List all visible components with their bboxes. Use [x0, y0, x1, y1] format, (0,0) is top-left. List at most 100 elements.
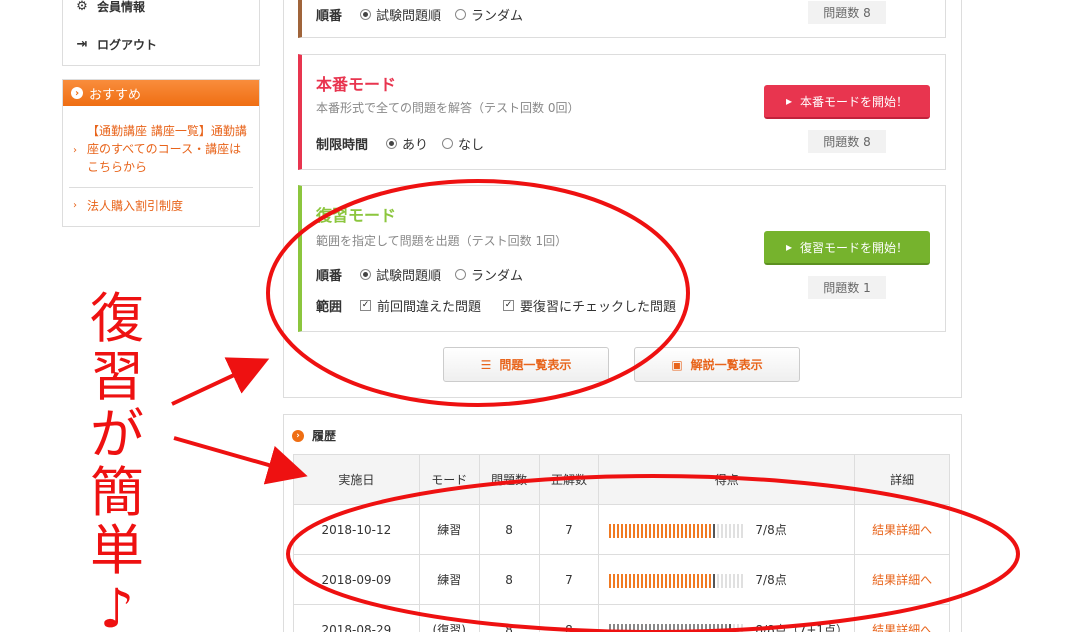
review-mode-title: 復習モード — [316, 206, 397, 225]
result-detail-link[interactable]: 結果詳細へ — [872, 573, 932, 587]
start-real-mode-button[interactable]: ▸ 本番モードを開始！ — [764, 85, 930, 119]
chevron-right-icon: › — [71, 87, 83, 99]
limit-yes-radio[interactable]: あり — [386, 134, 428, 153]
score-bar-segment — [677, 523, 680, 538]
score-bar-segment — [741, 573, 744, 588]
review-question-count: 問題数 1 — [808, 276, 886, 299]
history-date-cell: 2018-08-29 — [293, 604, 420, 632]
score-bar-segment — [701, 573, 704, 588]
practice-order-exam-radio[interactable]: 試験問題順 — [360, 5, 441, 24]
sidebar-item-member-info[interactable]: ⚙ 会員情報 — [75, 0, 145, 15]
column-header-correct: 正解数 — [538, 454, 600, 505]
history-correct-cell: 7 — [538, 554, 600, 605]
practice-question-count: 問題数 8 — [808, 1, 886, 24]
sidebar-menu: ⚙ 会員情報 ⇥ ログアウト — [62, 0, 260, 66]
score-bar-segment — [661, 523, 664, 538]
score-bar-segment — [633, 573, 636, 588]
score-bar-segment — [721, 623, 724, 632]
score-bar-segment — [737, 573, 740, 588]
score-bar-segment — [737, 523, 740, 538]
score-bar-segment — [681, 623, 684, 632]
score-bar-segment — [737, 623, 740, 632]
real-limit-row: 制限時間 あり なし — [316, 134, 498, 153]
score-bar-segment — [665, 523, 668, 538]
score-bar-segment — [617, 523, 620, 538]
score-bar-segment — [733, 573, 736, 588]
history-correct-cell: 7 — [538, 504, 600, 555]
play-icon: ▸ — [785, 240, 792, 254]
score-bar-segment — [649, 523, 652, 538]
recommend-link-corporate[interactable]: › 法人購入割引制度 — [73, 197, 253, 215]
score-text: 8/8点（7+1点） — [755, 623, 849, 632]
chevron-right-icon: › — [292, 429, 304, 442]
review-order-exam-radio[interactable]: 試験問題順 — [360, 265, 441, 284]
score-bar-segment — [641, 523, 644, 538]
divider — [69, 187, 253, 188]
radio-icon — [455, 269, 467, 280]
score-bar-segment — [693, 623, 696, 632]
recommend-link-course-list[interactable]: › 【通勤講座 講座一覧】通勤講座のすべてのコース・講座はこちらから — [73, 122, 253, 176]
history-score-cell: 7/8点 — [598, 554, 856, 605]
annotation-arrow-down — [173, 436, 308, 485]
range-marked-checkbox[interactable]: ✓ 要復習にチェックした問題 — [503, 296, 676, 315]
score-bar — [609, 623, 744, 632]
practice-order-random-radio[interactable]: ランダム — [455, 5, 523, 24]
result-detail-link[interactable]: 結果詳細へ — [872, 523, 932, 537]
history-mode-cell: 練習 — [418, 554, 480, 605]
score-bar-segment — [649, 623, 652, 632]
score-bar-segment — [661, 623, 664, 632]
score-bar-segment — [697, 523, 700, 538]
score-bar-segment — [613, 573, 616, 588]
history-mode-cell: (復習) — [418, 604, 480, 632]
score-bar-segment — [625, 523, 628, 538]
history-questions-cell: 8 — [478, 504, 540, 555]
sidebar-item-logout[interactable]: ⇥ ログアウト — [75, 36, 157, 53]
real-mode-card: 本番モード 本番形式で全ての問題を解答（テスト回数 0回） 制限時間 あり なし… — [298, 54, 946, 170]
score-bar-segment — [617, 573, 620, 588]
history-questions-cell: 8 — [478, 554, 540, 605]
range-wrong-checkbox[interactable]: ✓ 前回間違えた問題 — [360, 296, 481, 315]
score-bar-segment — [645, 523, 648, 538]
score-bar-segment — [645, 623, 648, 632]
score-bar-segment — [717, 523, 720, 538]
annotation-arrow-up — [171, 357, 270, 406]
limit-no-radio[interactable]: なし — [442, 134, 484, 153]
score-bar-segment — [709, 523, 712, 538]
chevron-right-icon: › — [73, 200, 77, 211]
start-review-mode-button[interactable]: ▸ 復習モードを開始！ — [764, 231, 930, 265]
history-mode-cell: 練習 — [418, 504, 480, 555]
checkmark-icon: ✓ — [360, 300, 371, 311]
history-title: › 履歴 — [292, 427, 336, 444]
score-bar-segment — [625, 573, 628, 588]
score-bar-segment — [649, 573, 652, 588]
radio-icon — [386, 138, 397, 149]
recommend-title: おすすめ — [89, 87, 142, 103]
score-bar-segment — [613, 623, 616, 632]
score-bar-segment — [705, 623, 708, 632]
score-bar-segment — [629, 623, 632, 632]
score-bar-segment — [653, 623, 656, 632]
score-bar-segment — [677, 573, 680, 588]
result-detail-link[interactable]: 結果詳細へ — [872, 623, 932, 632]
score-bar-segment — [685, 523, 688, 538]
history-detail-cell: 結果詳細へ — [854, 604, 950, 632]
radio-icon — [442, 138, 454, 149]
score-bar-segment — [725, 573, 728, 588]
score-bar-segment — [725, 623, 728, 632]
question-list-button[interactable]: ☰ 問題一覧表示 — [443, 347, 609, 382]
score-bar-segment — [713, 573, 716, 588]
score-bar-segment — [669, 523, 672, 538]
explanation-list-button[interactable]: ▣ 解説一覧表示 — [634, 347, 800, 382]
real-mode-title: 本番モード — [316, 75, 397, 94]
score-bar-segment — [741, 523, 744, 538]
score-bar-segment — [609, 623, 612, 632]
column-header-questions: 問題数 — [478, 454, 540, 505]
review-order-random-radio[interactable]: ランダム — [455, 265, 523, 284]
real-mode-description: 本番形式で全ての問題を解答（テスト回数 0回） — [316, 101, 580, 115]
book-icon: ▣ — [671, 357, 683, 372]
score-bar-segment — [621, 523, 624, 538]
score-bar-segment — [693, 523, 696, 538]
score-bar-segment — [629, 573, 632, 588]
score-bar-segment — [705, 523, 708, 538]
review-order-row: 順番 試験問題順 ランダム — [316, 265, 537, 284]
